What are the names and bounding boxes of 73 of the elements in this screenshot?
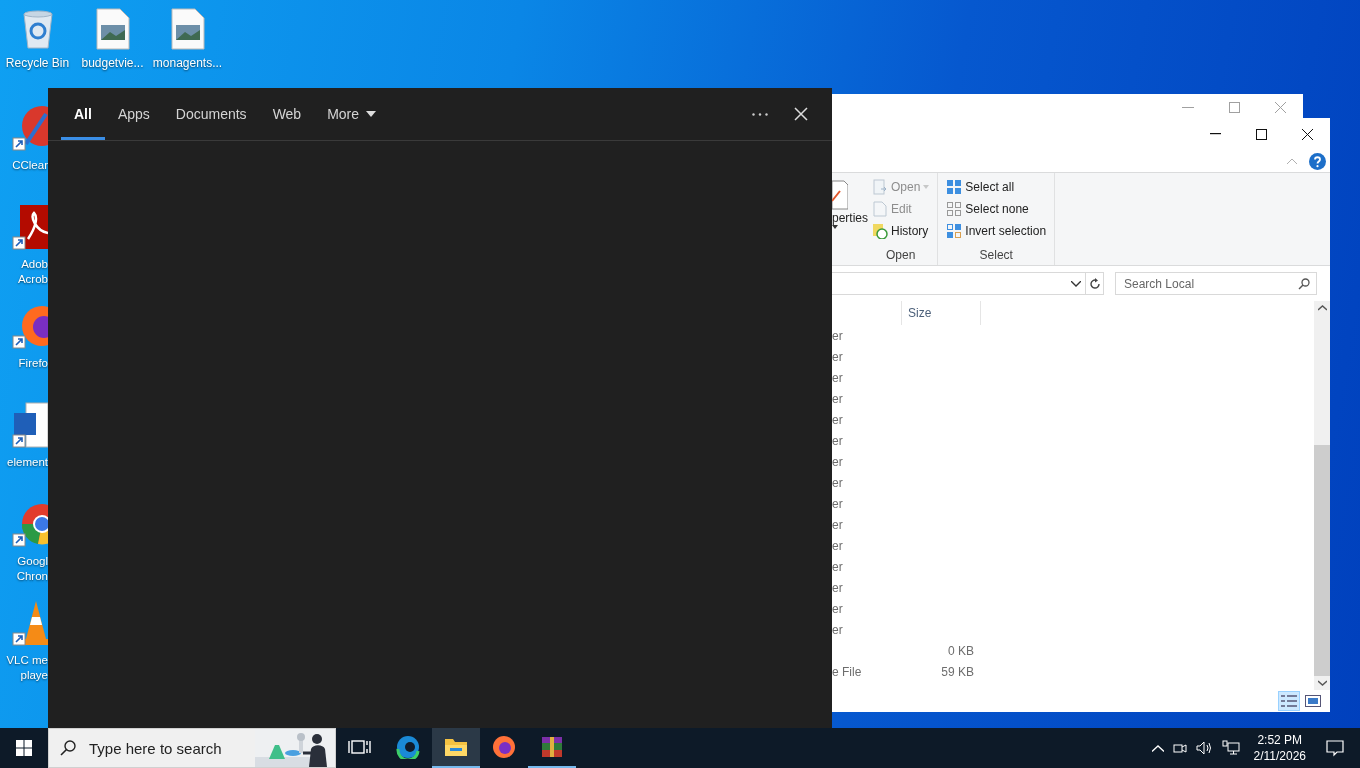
ribbon-button[interactable]: Invert selection bbox=[944, 221, 1049, 241]
maximize-icon[interactable] bbox=[1229, 102, 1240, 113]
search-field[interactable]: Search Local bbox=[1115, 272, 1317, 295]
list-icon bbox=[1280, 694, 1298, 708]
table-cell: er bbox=[832, 601, 843, 616]
minimize-icon[interactable] bbox=[1182, 106, 1194, 109]
caret-icon bbox=[366, 110, 377, 117]
refresh-icon bbox=[1088, 277, 1101, 290]
table-cell: er bbox=[832, 580, 843, 595]
windows-icon bbox=[16, 740, 32, 756]
group-label: Select bbox=[978, 248, 1014, 264]
group-label: Open bbox=[885, 248, 917, 264]
column-header[interactable]: Size bbox=[902, 301, 981, 325]
clock-time[interactable]: 2:52 PM bbox=[1257, 732, 1303, 748]
chevron-up-icon[interactable] bbox=[1151, 744, 1164, 752]
table-cell: er bbox=[832, 349, 843, 364]
clock-date[interactable]: 2/11/2026 bbox=[1253, 748, 1306, 764]
books-icon bbox=[540, 735, 564, 759]
image-icon bbox=[1305, 695, 1321, 707]
tab[interactable]: All bbox=[61, 88, 105, 140]
table-cell: er bbox=[832, 433, 843, 448]
image-file-icon[interactable] bbox=[170, 8, 205, 50]
table-cell: er bbox=[832, 328, 843, 343]
tab[interactable]: Web bbox=[259, 88, 315, 140]
table-cell: er bbox=[832, 412, 843, 427]
table-cell: er bbox=[832, 559, 843, 574]
globe-icon bbox=[492, 735, 516, 759]
pdf-icon[interactable] bbox=[12, 203, 48, 251]
notification-icon[interactable] bbox=[1326, 739, 1344, 757]
scroll-up-icon[interactable] bbox=[1317, 305, 1327, 311]
grid-icon bbox=[946, 179, 963, 195]
ribbon-button[interactable]: History bbox=[870, 221, 932, 241]
document-icon[interactable] bbox=[12, 401, 48, 449]
globe-icon bbox=[396, 735, 420, 759]
tab[interactable]: Documents bbox=[162, 88, 260, 140]
table-cell: er bbox=[832, 622, 843, 637]
volume-icon[interactable] bbox=[1195, 740, 1214, 756]
image-file-icon[interactable] bbox=[95, 8, 130, 50]
table-cell: er bbox=[832, 538, 843, 553]
help-icon[interactable] bbox=[1309, 152, 1326, 170]
close-icon bbox=[1301, 128, 1313, 140]
broom-icon[interactable] bbox=[12, 104, 48, 152]
caret-icon bbox=[832, 225, 838, 229]
search-icon bbox=[1298, 278, 1310, 290]
scroll-down-icon[interactable] bbox=[1317, 680, 1327, 686]
grid-icon bbox=[946, 223, 963, 239]
document-icon bbox=[872, 201, 888, 217]
more-icon[interactable] bbox=[752, 112, 768, 116]
maximize-icon bbox=[1255, 128, 1267, 140]
minimize-icon bbox=[1209, 133, 1221, 135]
table-cell: er bbox=[832, 496, 843, 511]
table-cell: e File bbox=[832, 664, 862, 679]
table-cell: er bbox=[832, 517, 843, 532]
details-view-button[interactable] bbox=[1278, 691, 1300, 711]
table-cell: 59 KB bbox=[941, 664, 974, 679]
ribbon-button[interactable]: Select none bbox=[944, 199, 1049, 219]
clock-icon bbox=[872, 223, 888, 239]
table-cell: er bbox=[832, 454, 843, 469]
network-icon[interactable] bbox=[1221, 740, 1240, 756]
tab[interactable]: Apps bbox=[104, 88, 163, 140]
chevron-down-icon[interactable] bbox=[1071, 280, 1082, 287]
table-cell: er bbox=[832, 370, 843, 385]
folder-button[interactable] bbox=[432, 728, 480, 768]
table-cell: er bbox=[832, 475, 843, 490]
table-cell: er bbox=[832, 391, 843, 406]
grid-icon bbox=[946, 201, 963, 217]
document-icon bbox=[872, 179, 888, 195]
table-cell: 0 KB bbox=[948, 643, 974, 658]
caret-icon bbox=[923, 185, 930, 189]
ribbon-button[interactable]: Select all bbox=[944, 177, 1049, 197]
tab[interactable]: More bbox=[314, 88, 390, 140]
refresh-button[interactable] bbox=[1086, 272, 1104, 295]
scrollbar-thumb[interactable] bbox=[1314, 444, 1330, 676]
